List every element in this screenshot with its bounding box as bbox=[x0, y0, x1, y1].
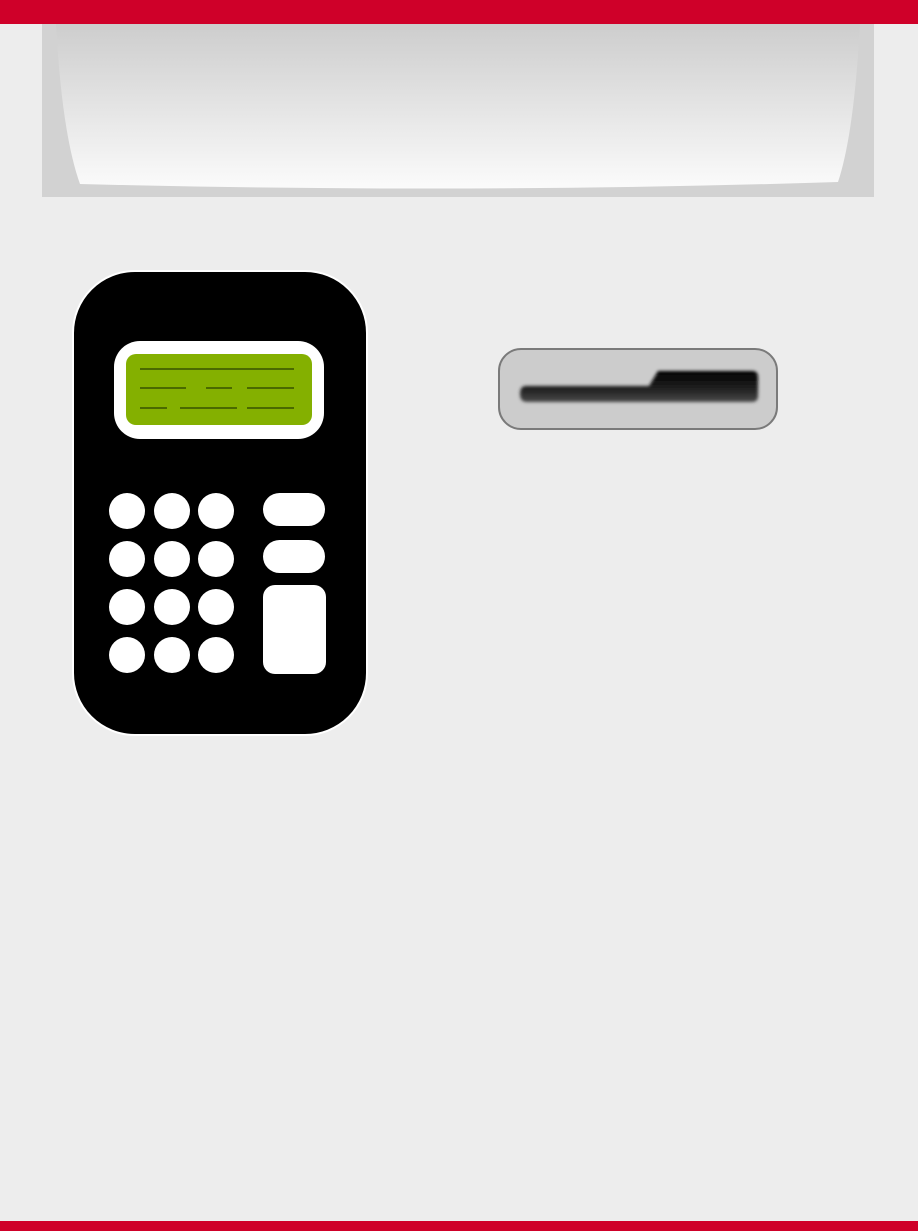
keypad-key bbox=[154, 493, 190, 529]
keypad-key bbox=[109, 541, 145, 577]
function-key bbox=[263, 493, 325, 526]
keypad-key bbox=[154, 541, 190, 577]
card-slot-icon bbox=[496, 346, 780, 432]
header-panel bbox=[42, 24, 874, 197]
bottom-accent-bar bbox=[0, 1221, 918, 1231]
keypad-key bbox=[154, 589, 190, 625]
top-accent-bar bbox=[0, 0, 918, 24]
keypad-key bbox=[198, 493, 234, 529]
keypad-key bbox=[198, 541, 234, 577]
keypad-key bbox=[198, 589, 234, 625]
keypad-key bbox=[109, 589, 145, 625]
function-key bbox=[263, 540, 325, 573]
keypad-key bbox=[198, 637, 234, 673]
keypad-key bbox=[109, 493, 145, 529]
payment-terminal-icon bbox=[72, 270, 368, 736]
keypad-key bbox=[109, 637, 145, 673]
keypad-key bbox=[154, 637, 190, 673]
enter-key bbox=[263, 585, 326, 674]
display-screen bbox=[126, 354, 312, 425]
